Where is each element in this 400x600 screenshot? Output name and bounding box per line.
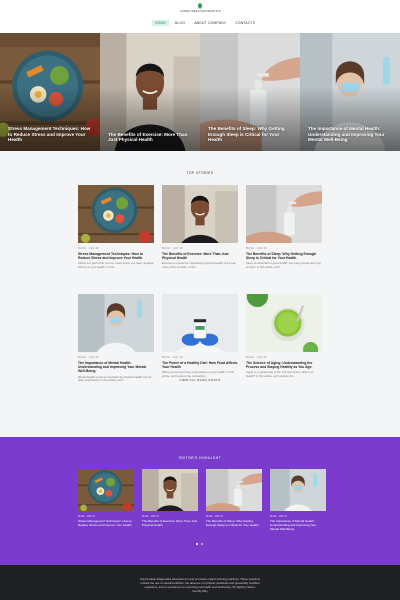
photo (246, 185, 322, 243)
photo (142, 469, 198, 511)
highlight-meta: BLOG · JAN 18 (78, 515, 95, 518)
hero-slider: Stress Management Techniques: How to Red… (0, 33, 400, 151)
main-nav: HOME BLOG ABOUT COMPANY CONTACTS (152, 20, 258, 26)
nav-contacts[interactable]: CONTACTS (232, 20, 258, 26)
site-header: CANNA IDEAS DIAGNOSTICS HOME BLOG ABOUT … (0, 0, 400, 33)
photo (162, 185, 238, 243)
editors-highlight-heading: EDITOR'S HIGHLIGHT (178, 456, 222, 460)
hero-slide[interactable]: The Benefits of Sleep: Why Getting Enoug… (200, 33, 300, 151)
story-card[interactable]: BLOG · JAN 18 The Science of Aging: Unde… (246, 294, 322, 394)
nav-about-company[interactable]: ABOUT COMPANY (191, 20, 229, 26)
hero-slide-title[interactable]: Stress Management Techniques: How to Red… (8, 126, 94, 143)
nav-home[interactable]: HOME (152, 20, 169, 26)
carousel-dot[interactable] (196, 543, 198, 545)
hero-slide[interactable]: The Benefits of Exercise: More Than Just… (100, 33, 200, 151)
photo (270, 469, 326, 511)
highlight-title[interactable]: The Importance of Mental Health: Underst… (270, 519, 326, 531)
editors-highlight-section: EDITOR'S HIGHLIGHT BLOG · JAN 18 Stress … (0, 437, 400, 565)
brand-name: CANNA IDEAS DIAGNOSTICS (180, 10, 221, 13)
story-meta: BLOG · JAN 18 (78, 356, 99, 359)
story-card[interactable]: BLOG · JAN 18 The Benefits of Exercise: … (162, 185, 238, 285)
highlight-title[interactable]: The Benefits of Exercise: More Than Just… (142, 519, 198, 528)
story-meta: BLOG · JAN 18 (246, 356, 267, 359)
sanitizer-image[interactable] (246, 185, 322, 243)
photo (78, 469, 134, 511)
gloved-hands-image[interactable] (162, 294, 238, 352)
smiling-woman-image[interactable] (142, 469, 198, 511)
highlight-meta: BLOG · JAN 18 (270, 515, 287, 518)
story-title[interactable]: The Science of Aging: Understanding the … (246, 361, 322, 369)
story-title[interactable]: The Benefits of Exercise: More Than Just… (162, 252, 238, 260)
highlight-card[interactable]: BLOG · JAN 18 Stress Management Techniqu… (78, 469, 134, 531)
brand-logo[interactable]: CANNA IDEAS DIAGNOSTICS (180, 3, 220, 17)
smiling-woman-image[interactable] (162, 185, 238, 243)
story-meta: BLOG · JAN 18 (246, 247, 267, 250)
story-title[interactable]: The Power of a Healthy Diet: How Food Af… (162, 361, 238, 369)
hero-slide[interactable]: Stress Management Techniques: How to Red… (0, 33, 100, 151)
healthy-food-image[interactable] (78, 185, 154, 243)
highlight-meta: BLOG · JAN 18 (142, 515, 159, 518)
story-excerpt: Mental health is just as important as ph… (78, 375, 152, 383)
story-excerpt: Aging is a natural part of life, but how… (246, 371, 314, 379)
story-title[interactable]: Stress Management Techniques: How to Red… (78, 252, 154, 260)
editors-highlight-row: BLOG · JAN 18 Stress Management Techniqu… (78, 469, 326, 531)
photo (78, 294, 154, 352)
green-smoothie-image[interactable] (246, 294, 322, 352)
photo (206, 469, 262, 511)
nav-blog[interactable]: BLOG (172, 20, 188, 26)
story-excerpt: Sleep is essential for good health, but … (246, 262, 321, 270)
top-stories-section: TOP STORIES BLOG · JAN 18 Stress Managem… (0, 151, 400, 437)
leaf-icon (197, 3, 203, 9)
view-all-posts-link[interactable]: VIEW ALL BLOG POSTS (170, 378, 230, 382)
highlight-card[interactable]: BLOG · JAN 18 The Importance of Mental H… (270, 469, 326, 531)
photo (246, 294, 322, 352)
top-stories-heading: TOP STORIES (186, 171, 214, 175)
highlight-title[interactable]: The Benefits of Sleep: Why Getting Enoug… (206, 519, 262, 528)
story-excerpt: Exercise is crucial for maintaining phys… (162, 262, 236, 270)
story-title[interactable]: The Benefits of Sleep: Why Getting Enoug… (246, 252, 322, 260)
photo (162, 294, 238, 352)
top-stories-grid: BLOG · JAN 18 Stress Management Techniqu… (78, 185, 323, 394)
story-meta: BLOG · JAN 18 (162, 356, 183, 359)
healthy-food-image[interactable] (78, 469, 134, 511)
highlight-meta: BLOG · JAN 18 (206, 515, 223, 518)
hero-slide-title[interactable]: The Importance of Mental Health: Underst… (308, 126, 394, 143)
doctor-image[interactable] (270, 469, 326, 511)
story-meta: BLOG · JAN 18 (78, 247, 99, 250)
story-card[interactable]: BLOG · JAN 18 Stress Management Techniqu… (78, 185, 154, 285)
highlight-card[interactable]: BLOG · JAN 18 The Benefits of Sleep: Why… (206, 469, 262, 531)
highlight-card[interactable]: BLOG · JAN 18 The Benefits of Exercise: … (142, 469, 198, 531)
hero-slide-title[interactable]: The Benefits of Exercise: More Than Just… (108, 132, 194, 143)
carousel-dot[interactable] (201, 543, 203, 545)
hero-slide[interactable]: The Importance of Mental Health: Underst… (300, 33, 400, 151)
sanitizer-image[interactable] (206, 469, 262, 511)
story-card[interactable]: BLOG · JAN 18 The Benefits of Sleep: Why… (246, 185, 322, 285)
footer-about-text: Canna Ideas Diagnostics advocates for an… (140, 577, 260, 593)
story-title[interactable]: The Importance of Mental Health: Underst… (78, 361, 154, 374)
site-footer: Canna Ideas Diagnostics advocates for an… (0, 565, 400, 600)
story-card[interactable]: BLOG · JAN 18 The Importance of Mental H… (78, 294, 154, 394)
story-excerpt: Stress is a part of life, but too much s… (78, 262, 154, 270)
story-meta: BLOG · JAN 18 (162, 247, 183, 250)
carousel-dots (196, 543, 203, 545)
hero-slide-title[interactable]: The Benefits of Sleep: Why Getting Enoug… (208, 126, 294, 143)
highlight-title[interactable]: Stress Management Techniques: How to Red… (78, 519, 134, 528)
photo (78, 185, 154, 243)
doctor-image[interactable] (78, 294, 154, 352)
